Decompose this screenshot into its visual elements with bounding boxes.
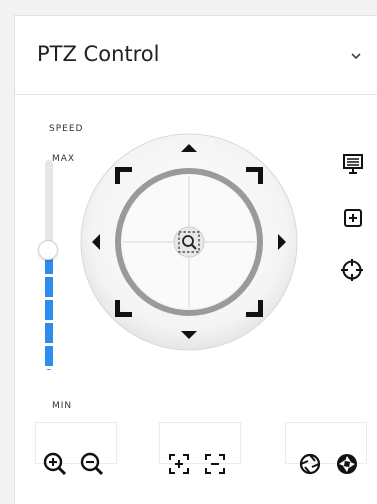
presentation-screen-icon[interactable]: [341, 152, 365, 176]
focus-far-icon[interactable]: [200, 449, 230, 479]
focus-near-icon[interactable]: [164, 449, 194, 479]
panel-title: PTZ Control: [37, 42, 160, 66]
ptz-joystick[interactable]: [78, 131, 300, 353]
speed-slider-thumb[interactable]: [38, 240, 58, 260]
speed-slider[interactable]: [38, 160, 58, 370]
speed-slider-fill: [45, 254, 53, 370]
crosshair-target-icon[interactable]: [340, 258, 364, 282]
add-box-icon[interactable]: [341, 206, 365, 230]
zoom-area-icon[interactable]: [173, 226, 205, 258]
speed-min-label: MIN: [52, 401, 73, 411]
iris-open-icon[interactable]: [295, 449, 325, 479]
panel-header[interactable]: PTZ Control: [15, 16, 377, 95]
zoom-out-icon[interactable]: [77, 449, 107, 479]
chevron-down-icon[interactable]: [346, 46, 366, 66]
zoom-in-icon[interactable]: [40, 449, 70, 479]
iris-close-icon[interactable]: [332, 449, 362, 479]
